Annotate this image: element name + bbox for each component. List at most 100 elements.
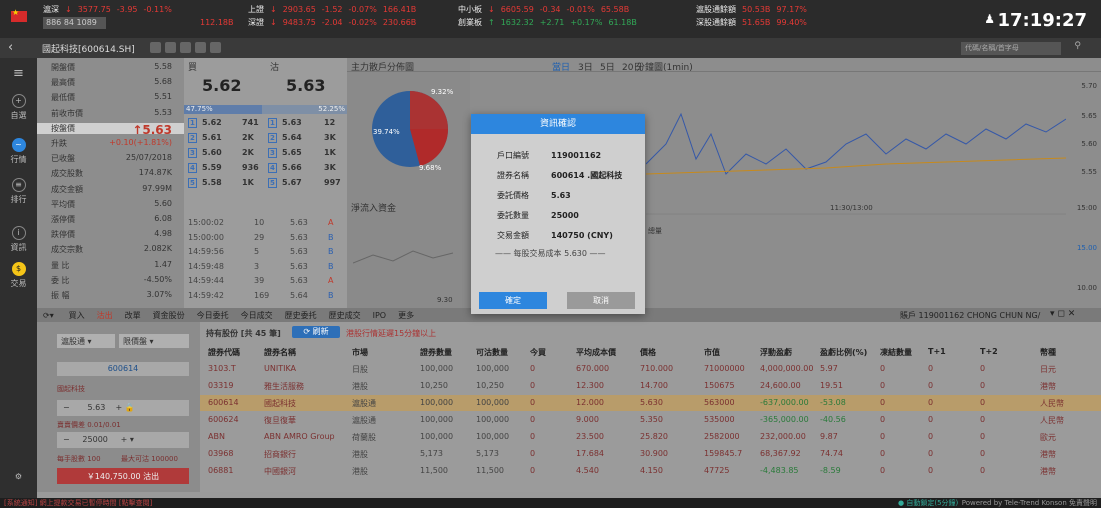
bell-icon[interactable]: ♟ bbox=[984, 12, 995, 26]
tab-1d[interactable]: 當日 bbox=[552, 60, 570, 73]
quote-row: 成交宗數 2.082K bbox=[37, 244, 184, 255]
settings-icon[interactable]: ⚙ bbox=[0, 472, 37, 481]
book-cell: 5.67 bbox=[282, 178, 302, 187]
table-cell: 159845.7 bbox=[704, 449, 743, 458]
column-header[interactable]: 可沽數量 bbox=[476, 347, 508, 358]
quote-row: 跌停價 4.98 bbox=[37, 229, 184, 240]
tab-3d[interactable]: 3日 bbox=[578, 60, 593, 73]
trade-cell: 5.63 bbox=[290, 261, 308, 271]
quote-value: -4.50% bbox=[143, 274, 172, 284]
column-header[interactable]: 平均成本價 bbox=[576, 347, 616, 358]
quote-value: 6.08 bbox=[154, 214, 172, 223]
tab-5[interactable]: 今日成交 bbox=[235, 308, 279, 323]
index-sme[interactable]: 中小板 ↓ 6605.59 -0.34 -0.01% 65.58B bbox=[458, 4, 635, 16]
tool-icon-3[interactable] bbox=[180, 42, 191, 53]
table-cell: 5,173 bbox=[420, 449, 443, 458]
column-header[interactable]: 價格 bbox=[640, 347, 656, 358]
market-select[interactable]: 滬股通 ▾ bbox=[57, 334, 115, 348]
tab-4[interactable]: 今日委托 bbox=[191, 308, 235, 323]
column-header[interactable]: 證券代碼 bbox=[208, 347, 240, 358]
sidebar-item-ranking[interactable]: ≡ 排行 bbox=[0, 178, 37, 205]
column-header[interactable]: 浮動盈虧 bbox=[760, 347, 792, 358]
tool-icon-1[interactable] bbox=[150, 42, 161, 53]
holdings-title: 持有股份 [共 45 筆] bbox=[206, 329, 281, 338]
column-header[interactable]: 證券數量 bbox=[420, 347, 452, 358]
table-cell: 100,000 bbox=[420, 432, 454, 441]
quote-label: 最高價 bbox=[51, 78, 75, 88]
column-header[interactable]: 證券名稱 bbox=[264, 347, 296, 358]
tab-2[interactable]: 改單 bbox=[119, 308, 147, 323]
tool-icon-4[interactable] bbox=[195, 42, 206, 53]
tool-icon-5[interactable] bbox=[210, 42, 221, 53]
table-cell: ABN AMRO Group bbox=[264, 432, 335, 441]
flow-title: 淨流入資金 bbox=[351, 204, 397, 214]
trade-cell: 5.63 bbox=[290, 218, 308, 227]
window-controls-icon[interactable]: ▾ ◻ ✕ bbox=[1050, 309, 1075, 319]
table-cell: 0 bbox=[980, 449, 986, 458]
column-header[interactable]: T+1 bbox=[928, 347, 946, 356]
confirm-dialog: 資訊確認 戶口編號 119001162 證券名稱 600614 .國起科技 委託價格… bbox=[471, 114, 645, 314]
book-cell: 1 bbox=[188, 118, 197, 128]
back-icon[interactable]: ‹ bbox=[8, 40, 13, 55]
tab-0[interactable]: 買入 bbox=[63, 308, 91, 323]
submit-sell-button[interactable]: ￥140,750.00 沽出 bbox=[57, 468, 189, 484]
table-cell: 5,173 bbox=[476, 449, 499, 458]
sidebar-item-watchlist[interactable]: + 自選 bbox=[0, 94, 37, 121]
tab-5d[interactable]: 5日 bbox=[600, 60, 615, 73]
table-cell: -365,000.00 bbox=[760, 415, 809, 424]
watchlist-icon: + bbox=[11, 94, 26, 108]
refresh-icon[interactable]: ⟳▾ bbox=[37, 309, 60, 322]
sidebar-item-news[interactable]: i 資訊 bbox=[0, 226, 37, 253]
code-input[interactable]: 600614 bbox=[57, 362, 189, 376]
dialog-title: 資訊確認 bbox=[471, 114, 645, 134]
book-cell: 1K bbox=[242, 178, 254, 187]
menu-icon[interactable]: ≡ bbox=[0, 66, 37, 81]
column-header[interactable]: 盈虧比例(%) bbox=[820, 347, 867, 358]
tab-7[interactable]: 歷史成交 bbox=[323, 308, 367, 323]
column-header[interactable]: 幣種 bbox=[1040, 347, 1056, 358]
y-tick-6: 15.00 bbox=[1076, 244, 1097, 252]
tab-8[interactable]: IPO bbox=[367, 309, 392, 322]
tab-3[interactable]: 資金股份 bbox=[147, 308, 191, 323]
index-chinext[interactable]: 創業板 ↑ 1632.32 +2.71 +0.17% 61.18B bbox=[458, 17, 643, 29]
order-type-select[interactable]: 限價盤 ▾ bbox=[119, 334, 189, 348]
system-notice[interactable]: [系統通知] 網上提款交易已暫停時間 [點擊查閱] bbox=[4, 498, 152, 508]
column-header[interactable]: 市場 bbox=[352, 347, 368, 358]
book-cell: 5.62 bbox=[202, 118, 222, 127]
column-header[interactable]: 今買 bbox=[530, 347, 546, 358]
table-cell: 17.684 bbox=[576, 449, 604, 458]
column-header[interactable]: 市值 bbox=[704, 347, 720, 358]
tool-icon-2[interactable] bbox=[165, 42, 176, 53]
tab-9[interactable]: 更多 bbox=[392, 308, 420, 323]
cancel-button[interactable]: 取消 bbox=[567, 292, 635, 309]
quote-label: 委 比 bbox=[51, 275, 70, 285]
search-input[interactable]: 代碼/名稱/首字母 bbox=[961, 42, 1061, 55]
table-cell: 港幣 bbox=[1040, 382, 1056, 391]
table-cell: 港幣 bbox=[1040, 450, 1056, 459]
trade-cell: 5.63 bbox=[290, 247, 308, 256]
column-header[interactable]: 凍結數量 bbox=[880, 347, 912, 358]
refresh-button[interactable]: ⟳ 刷新 bbox=[292, 326, 340, 338]
china-flag-icon[interactable] bbox=[11, 8, 27, 22]
confirm-button[interactable]: 確定 bbox=[479, 292, 547, 309]
account-select[interactable]: 賬戶 119001162 CHONG CHUN NG/ bbox=[900, 310, 1040, 321]
quantity-input[interactable]: − 25000 + ▾ bbox=[57, 432, 189, 448]
trade-cell: 5.64 bbox=[290, 290, 308, 300]
column-header[interactable]: T+2 bbox=[980, 347, 998, 356]
index-hushen[interactable]: 滬深 ↓ 3577.75 -3.95 -0.11% bbox=[43, 4, 178, 16]
tab-6[interactable]: 歷史委托 bbox=[279, 308, 323, 323]
index-shanghai[interactable]: 上證 ↓ 2903.65 -1.52 -0.07% 166.41B bbox=[248, 4, 422, 16]
table-cell: -637,000.00 bbox=[760, 398, 809, 407]
table-cell: 0 bbox=[980, 466, 986, 475]
table-cell: 710.000 bbox=[640, 364, 674, 373]
search-icon[interactable]: ⚲ bbox=[1074, 41, 1081, 51]
sidebar-item-market[interactable]: ~ 行情 bbox=[0, 138, 37, 165]
quote-label: 最低價 bbox=[51, 93, 75, 103]
table-cell: 0 bbox=[880, 415, 886, 424]
table-cell: 100,000 bbox=[420, 364, 454, 373]
table-cell: 5.630 bbox=[640, 398, 663, 407]
quote-label: 跌停價 bbox=[51, 230, 75, 240]
sidebar-item-trade[interactable]: $ 交易 bbox=[0, 262, 37, 289]
price-input[interactable]: − 5.63 + 🔒 bbox=[57, 400, 189, 416]
index-shenzhen[interactable]: 深證 ↓ 9483.75 -2.04 -0.02% 230.66B bbox=[248, 17, 422, 29]
